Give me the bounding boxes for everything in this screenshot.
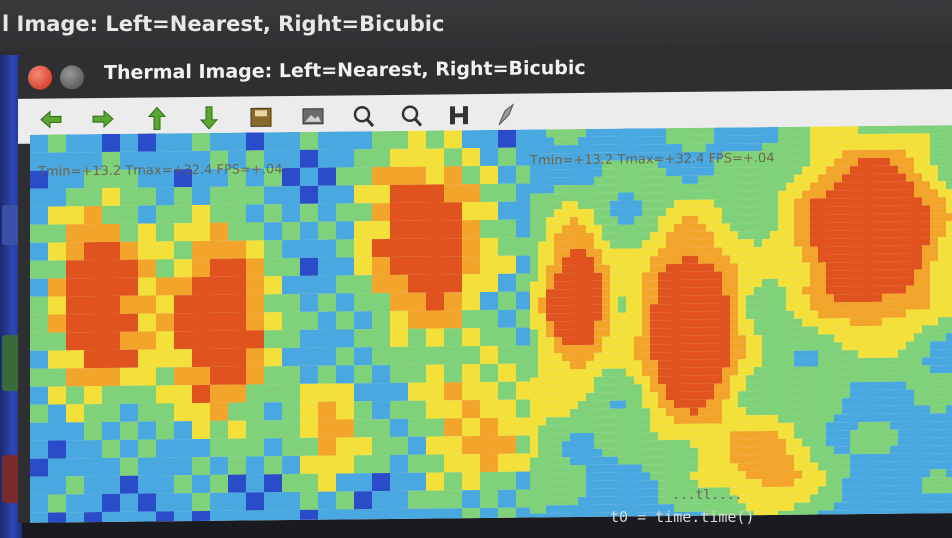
- fit-button[interactable]: [444, 100, 474, 130]
- image-button[interactable]: [298, 102, 328, 132]
- thermal-stats-left: Tmin=+13.2 Tmax=+32.4 FPS=+.04: [38, 162, 283, 180]
- thermal-stats-right: Tmin=+13.2 Tmax=+32.4 FPS=+.04: [530, 150, 775, 169]
- window-title: Thermal Image: Left=Nearest, Right=Bicub…: [104, 56, 586, 84]
- forward-arrow-icon: [92, 109, 114, 129]
- minimize-button[interactable]: [60, 65, 84, 90]
- pointer-icon: [498, 103, 515, 126]
- back-arrow-icon: [40, 110, 62, 129]
- zoom-out-button[interactable]: [396, 101, 426, 131]
- up-arrow-icon: [147, 106, 167, 130]
- code-line: t0 = time.time(): [610, 508, 755, 526]
- zoom-in-button[interactable]: [348, 101, 378, 131]
- down-arrow-icon: [199, 106, 219, 130]
- thermal-image-window: Thermal Image: Left=Nearest, Right=Bicub…: [18, 43, 952, 523]
- save-button[interactable]: [246, 102, 276, 132]
- save-icon: [250, 107, 272, 127]
- back-button[interactable]: [36, 104, 66, 134]
- forward-button[interactable]: [88, 104, 118, 134]
- thermal-canvas[interactable]: Tmin=+13.2 Tmax=+32.4 FPS=+.04 Tmin=+13.…: [30, 125, 952, 523]
- zoom-out-icon: [401, 105, 423, 127]
- image-icon: [302, 108, 324, 125]
- up-button[interactable]: [142, 103, 172, 133]
- code-line-faint: ...tl....: [672, 488, 743, 503]
- fit-icon: [450, 106, 468, 125]
- close-button[interactable]: [28, 65, 52, 90]
- pointer-button[interactable]: [492, 100, 522, 130]
- background-window-title: l Image: Left=Nearest, Right=Bicubic: [2, 12, 445, 36]
- zoom-in-icon: [353, 106, 375, 128]
- thermal-heatmap: [30, 125, 952, 523]
- down-button[interactable]: [194, 103, 224, 133]
